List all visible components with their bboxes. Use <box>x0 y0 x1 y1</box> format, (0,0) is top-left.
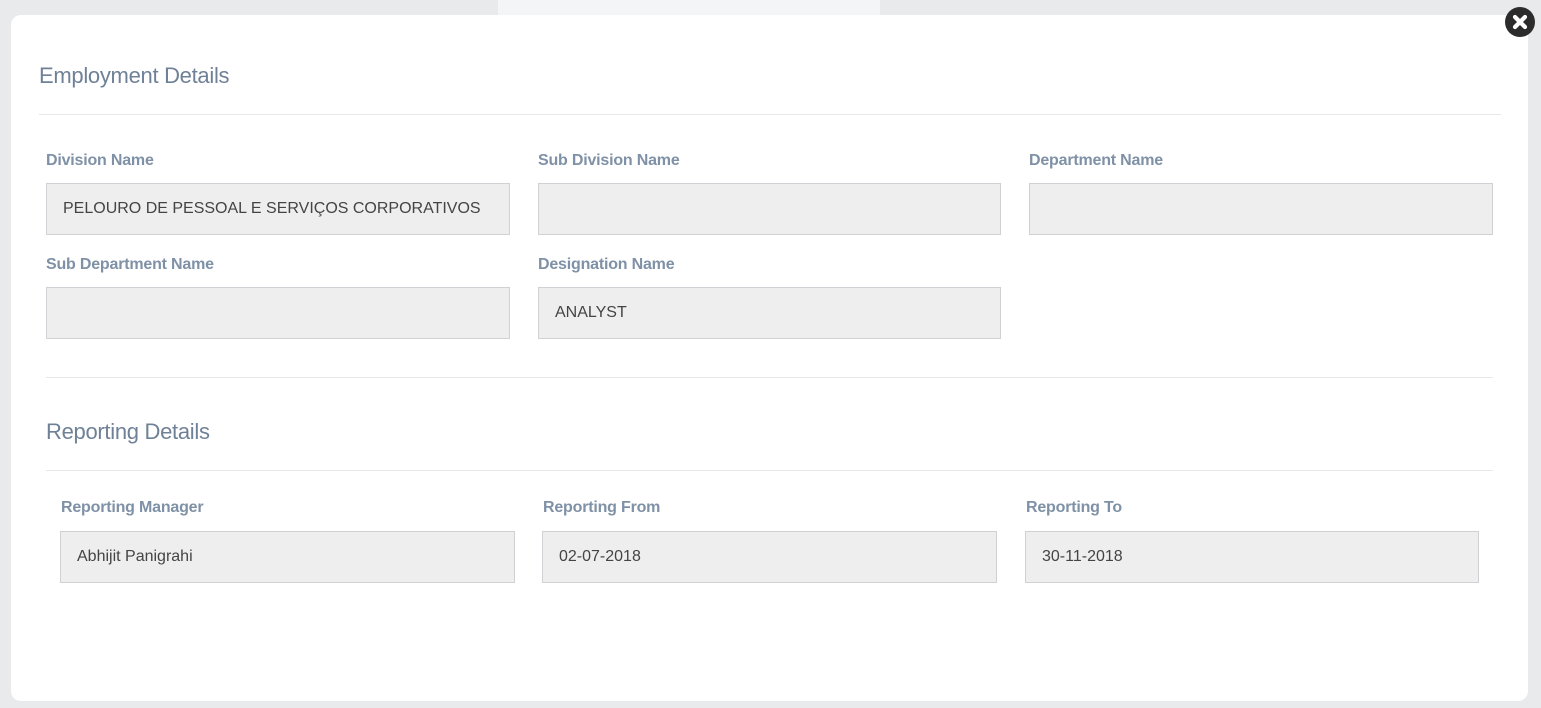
employment-details-modal: Employment Details Division Name Sub Div… <box>11 15 1528 701</box>
reporting-from-input[interactable] <box>542 531 997 583</box>
background-tab <box>498 0 880 16</box>
reporting-divider <box>46 470 1493 471</box>
employment-divider <box>39 114 1501 115</box>
department-name-input[interactable] <box>1029 183 1493 235</box>
sub-department-name-input[interactable] <box>46 287 510 339</box>
reporting-manager-input[interactable] <box>60 531 515 583</box>
reporting-to-label: Reporting To <box>1026 499 1122 516</box>
reporting-manager-label: Reporting Manager <box>61 499 204 516</box>
close-icon <box>1512 14 1528 30</box>
section-divider <box>46 377 1493 378</box>
reporting-to-input[interactable] <box>1025 531 1479 583</box>
close-button[interactable] <box>1505 7 1535 37</box>
department-name-label: Department Name <box>1029 152 1163 169</box>
sub-department-name-label: Sub Department Name <box>46 256 214 273</box>
reporting-from-label: Reporting From <box>543 499 661 516</box>
division-name-label: Division Name <box>46 152 154 169</box>
employment-details-title: Employment Details <box>39 63 230 88</box>
division-name-input[interactable] <box>46 183 510 235</box>
designation-name-label: Designation Name <box>538 256 675 273</box>
sub-division-name-input[interactable] <box>538 183 1001 235</box>
sub-division-name-label: Sub Division Name <box>538 152 680 169</box>
designation-name-input[interactable] <box>538 287 1001 339</box>
reporting-details-title: Reporting Details <box>46 419 210 444</box>
